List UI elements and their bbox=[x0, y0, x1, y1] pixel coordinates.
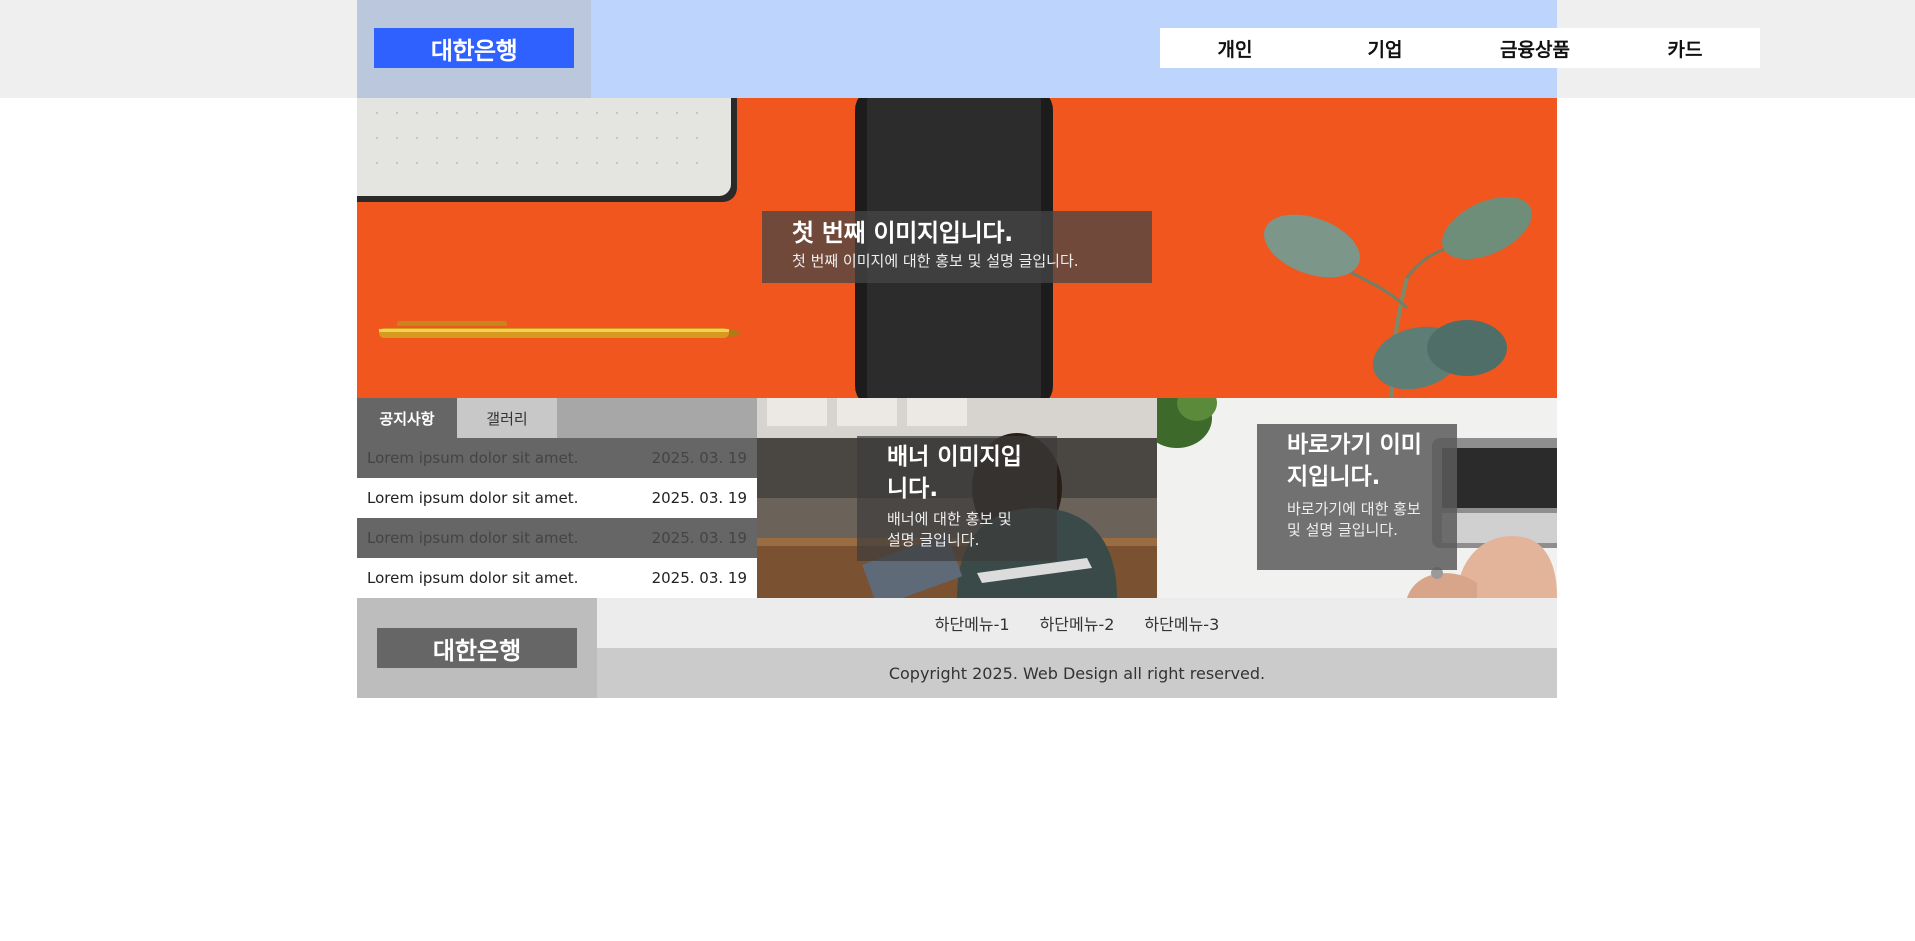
footer-menu-item-1[interactable]: 하단메뉴-1 bbox=[935, 611, 1010, 635]
shortcut-title: 바로가기 이미지입니다. bbox=[1287, 432, 1422, 490]
nav-item-products[interactable]: 금융상품 bbox=[1460, 28, 1610, 68]
footer-menu-item-2[interactable]: 하단메뉴-2 bbox=[1040, 611, 1115, 635]
footer-logo[interactable]: 대한은행 bbox=[377, 628, 577, 668]
notice-box: 공지사항 갤러리 Lorem ipsum dolor sit amet. 202… bbox=[357, 398, 757, 598]
nav-item-personal[interactable]: 개인 bbox=[1160, 28, 1310, 68]
main-slider: 첫 번째 이미지입니다. 첫 번째 이미지에 대한 홍보 및 설명 글입니다. bbox=[357, 98, 1557, 398]
notice-tabs: 공지사항 갤러리 bbox=[357, 398, 757, 438]
notice-date: 2025. 03. 19 bbox=[651, 569, 747, 587]
footer-menu: 하단메뉴-1 하단메뉴-2 하단메뉴-3 bbox=[597, 598, 1557, 648]
tab-notice[interactable]: 공지사항 bbox=[357, 398, 457, 438]
logo-area: 대한은행 bbox=[357, 0, 591, 98]
list-item[interactable]: Lorem ipsum dolor sit amet. 2025. 03. 19 bbox=[357, 518, 757, 558]
site-logo[interactable]: 대한은행 bbox=[374, 28, 574, 68]
shortcut-description: 바로가기에 대한 홍보 및 설명 글입니다. bbox=[1287, 500, 1421, 539]
slide-description: 첫 번째 이미지에 대한 홍보 및 설명 글입니다. bbox=[792, 252, 1079, 270]
main-nav: 개인 기업 금융상품 카드 bbox=[1160, 28, 1760, 68]
footer: 대한은행 하단메뉴-1 하단메뉴-2 하단메뉴-3 Copyright 2025… bbox=[357, 598, 1557, 698]
notice-title: Lorem ipsum dolor sit amet. bbox=[367, 489, 579, 507]
footer-menu-item-3[interactable]: 하단메뉴-3 bbox=[1144, 611, 1219, 635]
copyright: Copyright 2025. Web Design all right res… bbox=[597, 648, 1557, 698]
slide-caption: 첫 번째 이미지입니다. 첫 번째 이미지에 대한 홍보 및 설명 글입니다. bbox=[762, 211, 1152, 283]
banner-description: 배너에 대한 홍보 및 설명 글입니다. bbox=[887, 510, 1012, 549]
list-item[interactable]: Lorem ipsum dolor sit amet. 2025. 03. 19 bbox=[357, 478, 757, 518]
shortcut[interactable]: 바로가기 이미지입니다. 바로가기에 대한 홍보 및 설명 글입니다. bbox=[1157, 398, 1557, 598]
banner-title: 배너 이미지입니다. bbox=[887, 444, 1022, 502]
shortcut-caption: 바로가기 이미지입니다. 바로가기에 대한 홍보 및 설명 글입니다. bbox=[1257, 424, 1457, 570]
nav-area: 개인 기업 금융상품 카드 bbox=[591, 0, 1760, 98]
nav-item-business[interactable]: 기업 bbox=[1310, 28, 1460, 68]
notice-title: Lorem ipsum dolor sit amet. bbox=[367, 569, 579, 587]
tab-gallery[interactable]: 갤러리 bbox=[457, 398, 557, 438]
nav-item-card[interactable]: 카드 bbox=[1610, 28, 1760, 68]
page-wrapper: 대한은행 개인 기업 금융상품 카드 첫 번째 이미지입니다. 첫 번째 이미지… bbox=[357, 0, 1760, 698]
notice-date: 2025. 03. 19 bbox=[651, 489, 747, 507]
list-item[interactable]: Lorem ipsum dolor sit amet. 2025. 03. 19 bbox=[357, 558, 757, 598]
footer-logo-area: 대한은행 bbox=[357, 598, 597, 698]
slide-title: 첫 번째 이미지입니다. bbox=[792, 219, 1013, 247]
list-item[interactable]: Lorem ipsum dolor sit amet. 2025. 03. 19 bbox=[357, 438, 757, 478]
notice-title: Lorem ipsum dolor sit amet. bbox=[367, 449, 579, 467]
notice-title: Lorem ipsum dolor sit amet. bbox=[367, 529, 579, 547]
notice-date: 2025. 03. 19 bbox=[651, 529, 747, 547]
header: 대한은행 개인 기업 금융상품 카드 bbox=[357, 0, 1760, 98]
contents-section: 공지사항 갤러리 Lorem ipsum dolor sit amet. 202… bbox=[357, 398, 1557, 598]
notice-date: 2025. 03. 19 bbox=[651, 449, 747, 467]
banner[interactable]: 배너 이미지입니다. 배너에 대한 홍보 및 설명 글입니다. bbox=[757, 398, 1157, 598]
banner-caption: 배너 이미지입니다. 배너에 대한 홍보 및 설명 글입니다. bbox=[857, 436, 1057, 561]
notice-list: Lorem ipsum dolor sit amet. 2025. 03. 19… bbox=[357, 438, 757, 598]
